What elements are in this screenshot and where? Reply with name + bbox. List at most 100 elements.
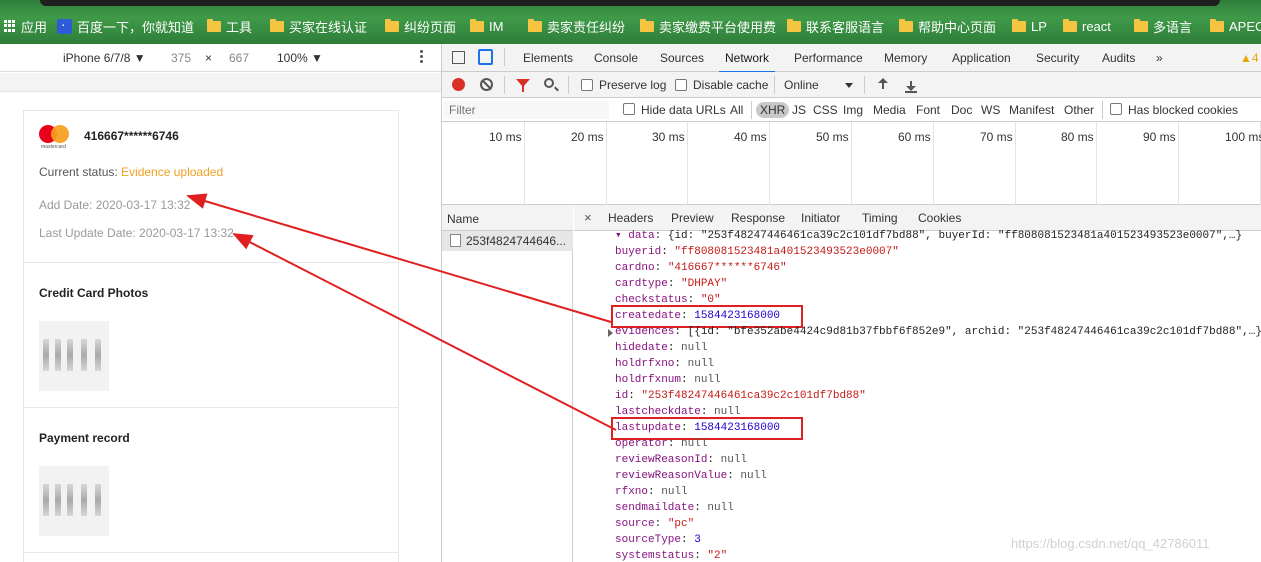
bookmark-label: 百度一下，你就知道 (77, 19, 195, 35)
json-key: ▾ data (615, 230, 655, 242)
tab-console[interactable]: Console (594, 51, 638, 65)
json-key: evidences (615, 326, 675, 338)
json-line: sourceType: 3 (615, 534, 701, 546)
watermark: https://blog.csdn.net/qq_42786011 (1011, 536, 1210, 551)
json-value: null (740, 470, 767, 482)
tab-memory[interactable]: Memory (884, 51, 927, 65)
tab-elements[interactable]: Elements (523, 51, 573, 65)
more-options-icon[interactable] (420, 49, 424, 65)
device-select[interactable]: iPhone 6/7/8 ▼ (63, 51, 146, 65)
bookmark-item[interactable]: 百度一下，你就知道 (57, 16, 195, 35)
json-line: source: "pc" (615, 518, 695, 530)
bookmark-item[interactable]: 应用 (4, 17, 47, 35)
type-filter-manifest[interactable]: Manifest (1009, 103, 1054, 117)
detail-tab-preview[interactable]: Preview (671, 211, 714, 225)
type-filter-js[interactable]: JS (792, 103, 806, 117)
has-blocked-cookies-checkbox[interactable] (1110, 103, 1122, 115)
tab-performance[interactable]: Performance (794, 51, 863, 65)
bookmark-item[interactable]: 纠纷页面 (385, 17, 456, 35)
device-toggle-icon[interactable] (478, 49, 493, 65)
bookmark-item[interactable]: IM (470, 17, 503, 35)
type-filter-ws[interactable]: WS (981, 103, 1000, 117)
tab-network[interactable]: Network (718, 51, 776, 73)
type-filter-doc[interactable]: Doc (951, 103, 972, 117)
json-line: cardtype: "DHPAY" (615, 278, 728, 290)
json-value: 3 (694, 534, 701, 546)
folder-icon (1210, 18, 1224, 32)
json-key: buyerid (615, 246, 662, 258)
tab-more[interactable]: » (1156, 51, 1163, 65)
inspect-element-icon[interactable] (452, 51, 465, 64)
detail-tab-headers[interactable]: Headers (608, 211, 653, 225)
bookmark-item[interactable]: 工具 (207, 17, 252, 35)
bookmark-item[interactable]: 帮助中心页面 (899, 17, 996, 35)
record-icon[interactable] (452, 78, 465, 91)
bookmark-item[interactable]: react (1063, 17, 1111, 35)
filter-icon[interactable] (516, 79, 530, 92)
expand-triangle-icon[interactable] (608, 329, 613, 337)
json-value: : {id: "253f48247446461ca39c2c101df7bd88… (654, 230, 1243, 242)
json-line: reviewReasonId: null (615, 454, 748, 466)
timeline-gridline (1015, 122, 1016, 205)
network-timeline-overview[interactable]: 10 ms 20 ms 30 ms 40 ms 50 ms 60 ms 70 ms 80 ms… (442, 122, 1261, 205)
bookmark-item[interactable]: LP (1012, 17, 1047, 35)
warning-count-badge[interactable]: ▲4 (1240, 51, 1259, 65)
tab-audits[interactable]: Audits (1102, 51, 1135, 65)
viewport-width-input[interactable]: 375 (171, 51, 191, 65)
divider (864, 76, 865, 94)
filter-input[interactable] (444, 101, 609, 119)
search-icon[interactable] (544, 78, 554, 88)
detail-tab-initiator[interactable]: Initiator (801, 211, 840, 225)
type-filter-css[interactable]: CSS (813, 103, 838, 117)
type-filter-font[interactable]: Font (916, 103, 940, 117)
current-status: Current status: Evidence uploaded (39, 165, 223, 179)
credit-card-photo-thumbnail[interactable] (39, 321, 109, 391)
bookmark-item[interactable]: 卖家缴费平台使用费 (640, 17, 776, 35)
bookmark-item[interactable]: 买家在线认证 (270, 17, 367, 35)
export-har-icon[interactable] (905, 78, 917, 93)
disable-cache-checkbox[interactable] (675, 79, 687, 91)
request-row[interactable]: 253f4824744646... (442, 231, 573, 251)
hide-data-urls-checkbox[interactable] (623, 103, 635, 115)
import-har-icon[interactable] (877, 78, 889, 92)
payment-record-thumbnail[interactable] (39, 466, 109, 536)
type-filter-xhr[interactable]: XHR (756, 102, 790, 118)
zoom-select[interactable]: 100% ▼ (277, 51, 323, 65)
json-key: reviewReasonValue (615, 470, 728, 482)
bookmark-item[interactable]: 卖家责任纠纷 (528, 17, 625, 35)
tab-application[interactable]: Application (952, 51, 1011, 65)
type-filter-all[interactable]: All (730, 103, 743, 117)
type-filter-other[interactable]: Other (1064, 103, 1094, 117)
json-value: null (681, 342, 708, 354)
bookmark-item[interactable]: 多语言 (1134, 17, 1192, 35)
clear-icon[interactable] (480, 78, 493, 91)
has-blocked-cookies-label: Has blocked cookies (1128, 103, 1239, 117)
close-icon[interactable]: × (584, 210, 592, 225)
divider (568, 76, 569, 94)
json-line: cardno: "416667******6746" (615, 262, 787, 274)
network-filter-bar: Hide data URLs All XHR JS CSS Img Media … (442, 98, 1261, 122)
bookmark-item[interactable]: 联系客服语言 (787, 17, 884, 35)
request-name: 253f4824744646... (466, 234, 567, 248)
json-value: "DHPAY" (681, 278, 728, 290)
detail-tab-timing[interactable]: Timing (862, 211, 898, 225)
divider (751, 101, 752, 119)
name-column-header[interactable]: Name (442, 205, 573, 231)
tab-security[interactable]: Security (1036, 51, 1079, 65)
folder-icon (270, 18, 284, 32)
bookmark-item[interactable]: APEC (1210, 17, 1261, 35)
timeline-tick-label: 40 ms (734, 130, 767, 144)
type-filter-img[interactable]: Img (843, 103, 863, 117)
json-key: source (615, 518, 655, 530)
preserve-log-checkbox[interactable] (581, 79, 593, 91)
throttling-select[interactable]: Online (784, 78, 819, 92)
json-key: systemstatus (615, 550, 695, 562)
type-filter-media[interactable]: Media (873, 103, 906, 117)
warning-icon: ▲ (1240, 51, 1252, 65)
viewport-height-input[interactable]: 667 (229, 51, 249, 65)
detail-tab-cookies[interactable]: Cookies (918, 211, 961, 225)
tab-sources[interactable]: Sources (660, 51, 704, 65)
json-value: null (720, 454, 748, 466)
timeline-gridline (933, 122, 934, 205)
detail-tab-response[interactable]: Response (731, 211, 785, 225)
